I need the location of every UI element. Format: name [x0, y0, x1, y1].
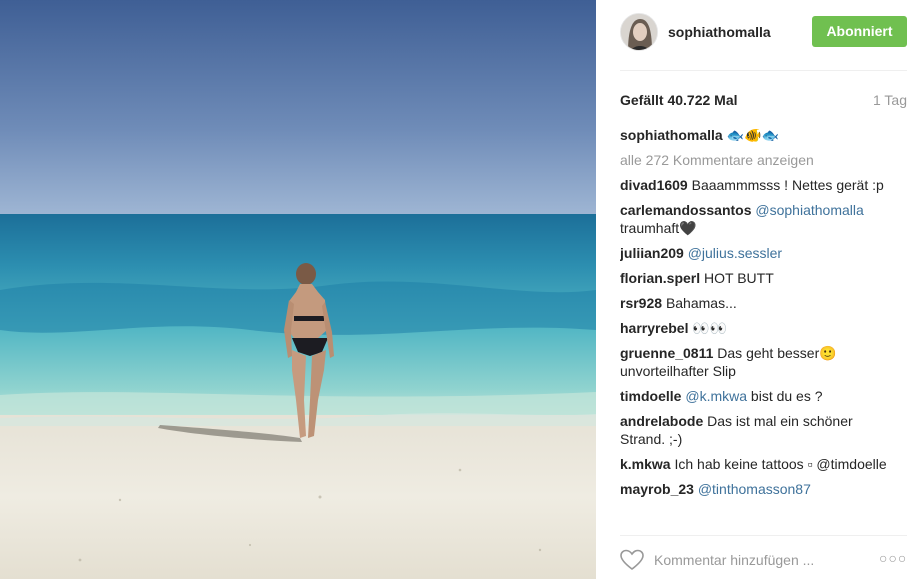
comment-text: 👀👀 [692, 320, 728, 336]
comment-fade [620, 510, 910, 526]
comment-username[interactable]: andrelabode [620, 413, 703, 429]
comment-username[interactable]: k.mkwa [620, 456, 671, 472]
heart-icon-shape [620, 549, 644, 571]
comment-item: juliian209 @julius.sessler [620, 244, 890, 262]
comment-username[interactable]: harryrebel [620, 320, 688, 336]
post-header: sophiathomalla Abonniert [620, 13, 907, 51]
post-photo[interactable] [0, 0, 596, 579]
instagram-post-modal: sophiathomalla Abonniert Gefällt 40.722 … [0, 0, 917, 579]
comment-text: HOT BUTT [704, 270, 774, 286]
heart-icon[interactable] [620, 549, 644, 571]
more-options-icon[interactable]: ○○○ [879, 550, 907, 570]
comment-mention[interactable]: @tinthomasson87 [698, 481, 811, 497]
comment-username[interactable]: juliian209 [620, 245, 684, 261]
caption-text: 🐟🐠🐟 [726, 127, 779, 143]
comment-username[interactable]: rsr928 [620, 295, 662, 311]
comment-item: divad1609 Baaammmsss ! Nettes gerät :p [620, 176, 890, 194]
comment-item: rsr928 Bahamas... [620, 294, 890, 312]
comment-username[interactable]: florian.sperl [620, 270, 700, 286]
comment-username[interactable]: gruenne_0811 [620, 345, 713, 361]
comment-item: carlemandossantos @sophiathomalla traumh… [620, 201, 890, 237]
comment-item: harryrebel 👀👀 [620, 319, 890, 337]
comment-item: florian.sperl HOT BUTT [620, 269, 890, 287]
comment-username[interactable]: timdoelle [620, 388, 681, 404]
comment-text: Bahamas... [665, 295, 737, 311]
comment-text: bist du es ? [750, 388, 823, 404]
caption-username[interactable]: sophiathomalla [620, 127, 723, 143]
post-age[interactable]: 1 Tag [873, 92, 907, 108]
comment-item: mayrob_23 @tinthomasson87 [620, 480, 890, 498]
comment-username[interactable]: divad1609 [620, 177, 688, 193]
comment-text: traumhaft🖤 [620, 220, 697, 236]
divider [620, 535, 907, 536]
comment-text: Ich hab keine tattoos ▫ @timdoelle [674, 456, 887, 472]
follow-button[interactable]: Abonniert [812, 16, 907, 47]
comment-mention[interactable]: @julius.sessler [688, 245, 782, 261]
username[interactable]: sophiathomalla [668, 24, 771, 40]
comment-username[interactable]: mayrob_23 [620, 481, 694, 497]
comment-username[interactable]: carlemandossantos [620, 202, 752, 218]
likes-count[interactable]: Gefällt 40.722 Mal [620, 92, 738, 108]
comment-text: Baaammmsss ! Nettes gerät :p [691, 177, 884, 193]
comment-input[interactable] [654, 549, 864, 571]
divider [620, 70, 907, 71]
post-sidebar: sophiathomalla Abonniert Gefällt 40.722 … [596, 0, 917, 579]
view-all-comments-link[interactable]: alle 272 Kommentare anzeigen [620, 151, 890, 169]
comment-mention[interactable]: @sophiathomalla [755, 202, 863, 218]
post-footer: ○○○ [620, 546, 907, 576]
comment-item: gruenne_0811 Das geht besser🙂 unvorteilh… [620, 344, 890, 380]
comment-item: andrelabode Das ist mal ein schöner Stra… [620, 412, 890, 448]
comment-item: k.mkwa Ich hab keine tattoos ▫ @timdoell… [620, 455, 890, 473]
avatar-image [621, 14, 657, 50]
beach-photo [0, 0, 596, 579]
avatar[interactable] [620, 13, 658, 51]
comment-rows: divad1609 Baaammmsss ! Nettes gerät :p ca… [620, 176, 890, 498]
comment-mention[interactable]: @k.mkwa [685, 388, 747, 404]
comment-item: timdoelle @k.mkwa bist du es ? [620, 387, 890, 405]
comment-list[interactable]: sophiathomalla 🐟🐠🐟 alle 272 Kommentare a… [620, 126, 890, 526]
caption: sophiathomalla 🐟🐠🐟 [620, 126, 890, 144]
